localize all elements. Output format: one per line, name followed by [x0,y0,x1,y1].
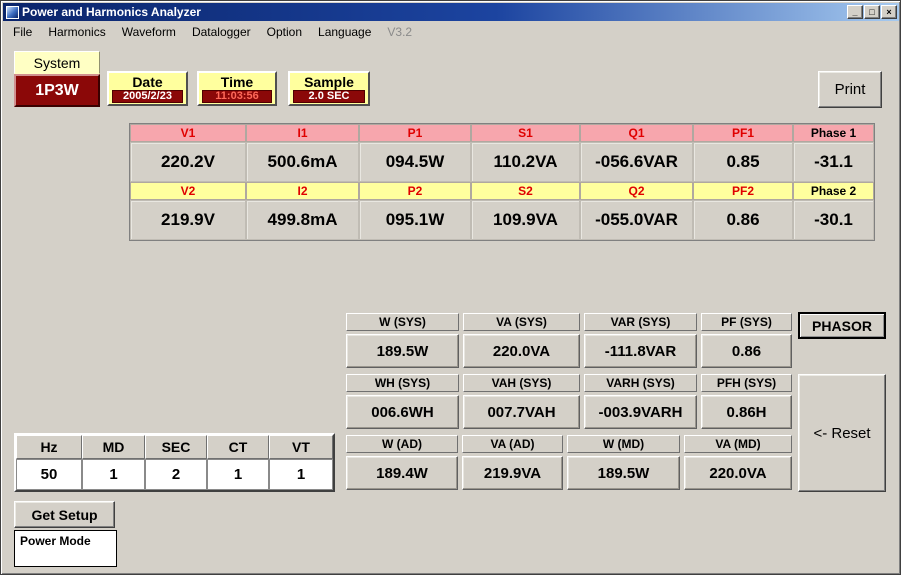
value-ct: 1 [207,459,269,490]
close-icon[interactable]: × [881,5,897,19]
value-va-md: 220.0VA [684,456,792,490]
header-pf-sys: PF (SYS) [701,313,792,331]
phasor-button[interactable]: PHASOR [798,312,886,339]
sample-value: 2.0 SEC [293,89,365,103]
header-va-ad: VA (AD) [462,435,563,453]
menu-bar: File Harmonics Waveform Datalogger Optio… [3,21,899,42]
menu-option[interactable]: Option [259,22,310,42]
header-phase2: Phase 2 [793,182,874,200]
value-varh-sys: -003.9VARH [584,395,697,429]
header-p1: P1 [359,124,471,142]
time-value: 11:03:56 [202,89,272,103]
time-label: Time [220,73,254,90]
wiring-mode-button[interactable]: 1P3W [14,74,100,107]
date-label: Date [132,73,163,90]
value-w-ad: 189.4W [346,456,458,490]
sys-group-energy: WH (SYS) VAH (SYS) VARH (SYS) PFH (SYS) … [346,374,792,429]
header-va-sys: VA (SYS) [463,313,580,331]
sample-button[interactable]: Sample 2.0 SEC [288,71,370,106]
header-va-md: VA (MD) [684,435,792,453]
value-wh-sys: 006.6WH [346,395,459,429]
value-va-ad: 219.9VA [462,456,563,490]
header-v2: V2 [130,182,246,200]
print-button[interactable]: Print [818,71,882,108]
value-pf-sys: 0.86 [701,334,792,368]
sys-group-instant: W (SYS) VA (SYS) VAR (SYS) PF (SYS) 189.… [346,313,792,368]
header-v1: V1 [130,124,246,142]
value-i1: 500.6mA [246,142,359,182]
value-md: 1 [82,459,145,490]
value-phase1: -31.1 [793,142,874,182]
header-phase1: Phase 1 [793,124,874,142]
header-sec: SEC [145,435,207,459]
sys-group-demand: W (AD) VA (AD) W (MD) VA (MD) 189.4W 219… [346,435,792,490]
header-wh-sys: WH (SYS) [346,374,459,392]
date-button[interactable]: Date 2005/2/23 [107,71,188,106]
header-pfh-sys: PFH (SYS) [701,374,792,392]
menu-datalogger[interactable]: Datalogger [184,22,259,42]
header-i2: I2 [246,182,359,200]
system-label: System [14,51,100,74]
header-var-sys: VAR (SYS) [584,313,697,331]
header-q2: Q2 [580,182,693,200]
value-i2: 499.8mA [246,200,359,240]
header-w-sys: W (SYS) [346,313,459,331]
header-hz: Hz [16,435,82,459]
value-w-md: 189.5W [567,456,680,490]
header-s2: S2 [471,182,580,200]
time-button[interactable]: Time 11:03:56 [197,71,277,106]
value-var-sys: -111.8VAR [584,334,697,368]
header-i1: I1 [246,124,359,142]
header-q1: Q1 [580,124,693,142]
value-v1: 220.2V [130,142,246,182]
value-pfh-sys: 0.86H [701,395,792,429]
value-p1: 094.5W [359,142,471,182]
header-pf2: PF2 [693,182,793,200]
minimize-icon[interactable]: _ [847,5,863,19]
title-bar: Power and Harmonics Analyzer _ □ × [3,3,899,21]
settings-table: Hz MD SEC CT VT 50 1 2 1 1 [14,433,335,492]
header-s1: S1 [471,124,580,142]
value-vah-sys: 007.7VAH [463,395,580,429]
value-hz: 50 [16,459,82,490]
value-sec: 2 [145,459,207,490]
phase-measurements-table: V1 I1 P1 S1 Q1 PF1 Phase 1 220.2V 500.6m… [129,123,875,241]
header-vt: VT [269,435,333,459]
value-pf1: 0.85 [693,142,793,182]
menu-file[interactable]: File [5,22,40,42]
header-pf1: PF1 [693,124,793,142]
value-vt: 1 [269,459,333,490]
value-v2: 219.9V [130,200,246,240]
header-p2: P2 [359,182,471,200]
window-title: Power and Harmonics Analyzer [22,5,201,19]
menu-harmonics[interactable]: Harmonics [40,22,113,42]
sample-label: Sample [304,73,354,90]
date-value: 2005/2/23 [112,89,183,103]
value-s2: 109.9VA [471,200,580,240]
header-w-md: W (MD) [567,435,680,453]
power-mode-indicator: Power Mode [14,530,117,567]
value-q2: -055.0VAR [580,200,693,240]
header-ct: CT [207,435,269,459]
window-controls: _ □ × [847,5,897,19]
value-s1: 110.2VA [471,142,580,182]
value-phase2: -30.1 [793,200,874,240]
menu-waveform[interactable]: Waveform [114,22,184,42]
app-icon [6,5,19,19]
value-q1: -056.6VAR [580,142,693,182]
value-va-sys: 220.0VA [463,334,580,368]
header-varh-sys: VARH (SYS) [584,374,697,392]
reset-button[interactable]: <- Reset [798,374,886,492]
header-w-ad: W (AD) [346,435,458,453]
menu-language[interactable]: Language [310,22,379,42]
header-md: MD [82,435,145,459]
version-label: V3.2 [387,24,413,39]
app-window: Power and Harmonics Analyzer _ □ × File … [0,0,901,575]
get-setup-button[interactable]: Get Setup [14,501,115,528]
value-p2: 095.1W [359,200,471,240]
value-pf2: 0.86 [693,200,793,240]
value-w-sys: 189.5W [346,334,459,368]
maximize-icon[interactable]: □ [864,5,880,19]
header-vah-sys: VAH (SYS) [463,374,580,392]
